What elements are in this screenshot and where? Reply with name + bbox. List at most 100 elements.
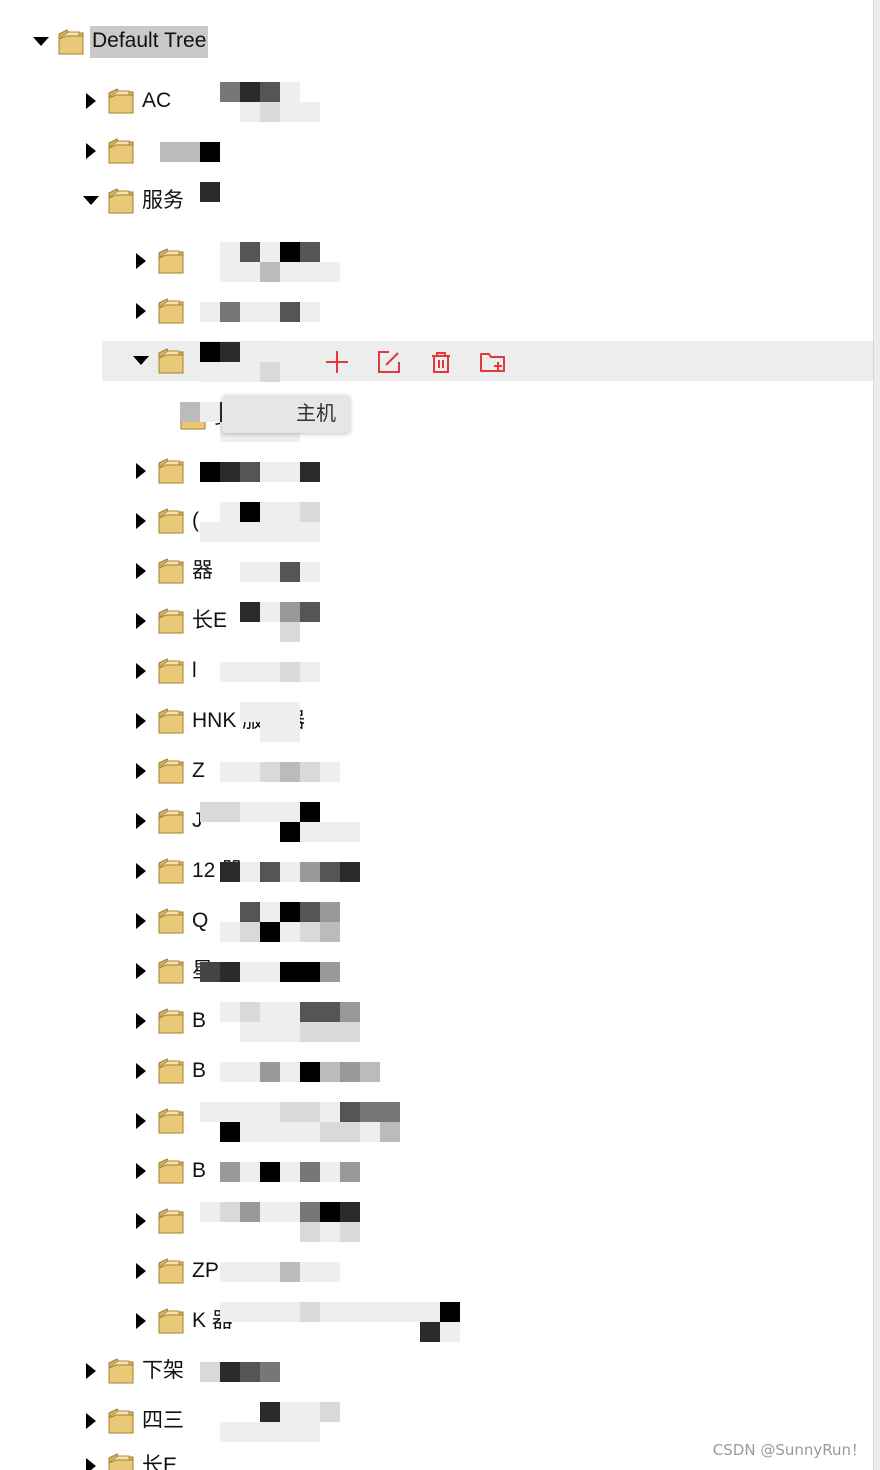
tree-node-label: 器	[192, 559, 213, 582]
tree-node-label: l	[192, 659, 197, 682]
redacted-mosaic	[220, 862, 360, 882]
tree-node-level2[interactable]: J	[130, 801, 203, 841]
tree-node-level1[interactable]: 长E	[80, 1446, 177, 1470]
caret-right-icon[interactable]	[130, 1010, 152, 1032]
tree-node-level2[interactable]: ZP	[130, 1251, 219, 1291]
caret-right-icon[interactable]	[130, 760, 152, 782]
tree-node-level2[interactable]: B	[130, 1001, 206, 1041]
caret-right-icon[interactable]	[130, 960, 152, 982]
folder-icon	[156, 346, 186, 376]
redacted-mosaic	[420, 1322, 460, 1342]
folder-icon	[156, 706, 186, 736]
tree-node-level2[interactable]: (	[130, 501, 199, 541]
caret-right-icon[interactable]	[130, 1310, 152, 1332]
redacted-mosaic	[160, 142, 220, 162]
redacted-mosaic	[200, 342, 280, 362]
tree-node-level2[interactable]: K 器	[130, 1301, 233, 1341]
edit-icon	[378, 351, 400, 373]
tree-node-level2[interactable]	[130, 1101, 192, 1141]
tree-node-level1[interactable]: 下架	[80, 1351, 184, 1391]
redacted-mosaic	[240, 702, 300, 722]
tree-node-level2[interactable]: Q	[130, 901, 208, 941]
redacted-mosaic	[280, 622, 300, 642]
delete-node-button[interactable]	[426, 347, 456, 377]
folder-icon	[156, 956, 186, 986]
caret-right-icon[interactable]	[130, 910, 152, 932]
redacted-mosaic	[220, 82, 300, 102]
tree-node-level1[interactable]: 服务	[80, 181, 184, 221]
caret-right-icon[interactable]	[130, 710, 152, 732]
tree-node-root[interactable]: Default Tree	[30, 22, 209, 62]
caret-down-icon[interactable]	[30, 31, 52, 53]
folder-icon	[106, 186, 136, 216]
tree-node-level1[interactable]: AC	[80, 81, 171, 121]
redacted-mosaic	[200, 962, 340, 982]
caret-right-icon[interactable]	[80, 90, 102, 112]
tree-node-level2[interactable]: B	[130, 1051, 206, 1091]
folder-icon	[56, 27, 86, 57]
tree-node-level2[interactable]: Z	[130, 751, 205, 791]
folder-icon	[156, 1006, 186, 1036]
tree-node-level2[interactable]	[130, 451, 192, 491]
tree-node-label: B	[192, 1009, 207, 1032]
redacted-mosaic	[200, 802, 320, 822]
redacted-mosaic	[220, 762, 340, 782]
caret-right-icon[interactable]	[130, 560, 152, 582]
vertical-scrollbar[interactable]	[873, 0, 880, 1470]
tree-node-level1[interactable]: 四三	[80, 1401, 184, 1441]
caret-right-icon[interactable]	[80, 1410, 102, 1432]
caret-right-icon[interactable]	[80, 140, 102, 162]
folder-icon	[156, 1306, 186, 1336]
caret-right-icon[interactable]	[130, 860, 152, 882]
redacted-mosaic	[220, 662, 320, 682]
folder-icon	[156, 906, 186, 936]
tree-node-level1[interactable]	[80, 131, 142, 171]
node-action-toolbar	[322, 347, 530, 377]
redacted-mosaic	[240, 562, 320, 582]
add-folder-button[interactable]	[478, 347, 508, 377]
tree-node-label: B	[192, 1159, 207, 1182]
redacted-mosaic	[240, 102, 320, 122]
redacted-mosaic	[220, 1422, 320, 1442]
caret-right-icon[interactable]	[130, 300, 152, 322]
caret-right-icon[interactable]	[130, 810, 152, 832]
caret-right-icon[interactable]	[130, 1210, 152, 1232]
caret-right-icon[interactable]	[130, 1260, 152, 1282]
caret-right-icon[interactable]	[80, 1360, 102, 1382]
caret-right-icon[interactable]	[130, 510, 152, 532]
tree-node-label: AC	[142, 89, 172, 112]
caret-right-icon[interactable]	[130, 1110, 152, 1132]
tree-node-label: 长E	[142, 1454, 178, 1470]
folder-icon	[156, 246, 186, 276]
caret-right-icon[interactable]	[130, 660, 152, 682]
redacted-mosaic	[200, 302, 320, 322]
caret-right-icon[interactable]	[130, 1060, 152, 1082]
caret-down-icon[interactable]	[80, 190, 102, 212]
caret-down-icon[interactable]	[130, 350, 152, 372]
caret-right-icon[interactable]	[130, 250, 152, 272]
redacted-mosaic	[200, 1202, 360, 1222]
folder-icon	[156, 806, 186, 836]
tree-node-level2[interactable]	[130, 241, 192, 281]
folder-icon	[106, 1406, 136, 1436]
tree-node-level2[interactable]	[130, 341, 192, 381]
folder-icon	[156, 856, 186, 886]
redacted-mosaic	[220, 1122, 400, 1142]
tree-node-label: Z	[192, 759, 205, 782]
add-node-button[interactable]	[322, 347, 352, 377]
edit-node-button[interactable]	[374, 347, 404, 377]
tree-node-level2[interactable]: 长E	[130, 601, 227, 641]
tree-node-level2[interactable]	[130, 1201, 192, 1241]
tree-node-level2[interactable]: l	[130, 651, 197, 691]
caret-right-icon[interactable]	[130, 1160, 152, 1182]
folder-icon	[106, 136, 136, 166]
tree-node-level2[interactable]	[130, 291, 192, 331]
caret-right-icon[interactable]	[130, 610, 152, 632]
trash-icon	[432, 352, 450, 373]
redacted-mosaic	[240, 1022, 360, 1042]
tree-node-level2[interactable]: B	[130, 1151, 206, 1191]
caret-right-icon[interactable]	[80, 1455, 102, 1470]
redacted-mosaic	[200, 182, 220, 202]
caret-right-icon[interactable]	[130, 460, 152, 482]
tree-node-level2[interactable]: 器	[130, 551, 213, 591]
